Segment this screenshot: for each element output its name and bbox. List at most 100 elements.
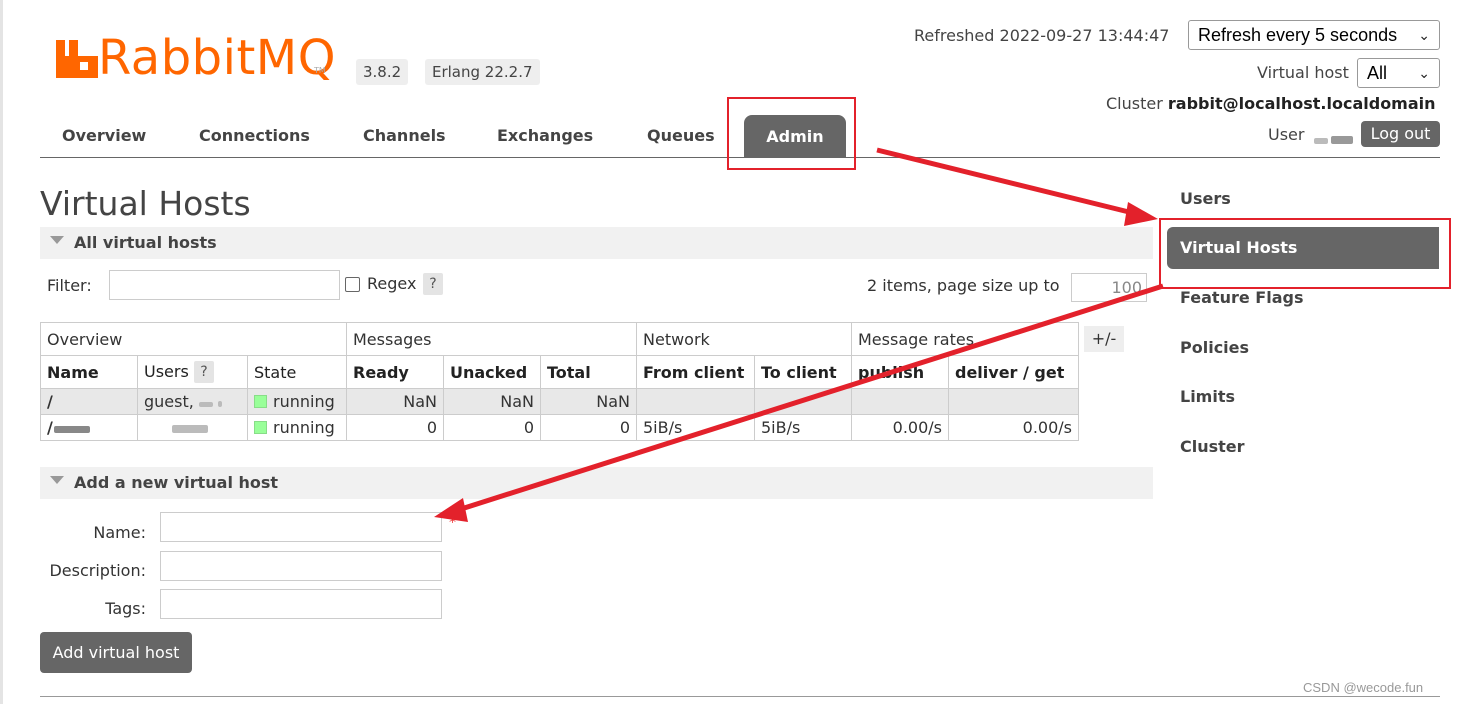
vhost-users-cell: guest,: [137, 388, 248, 415]
col-users[interactable]: Users ?: [137, 355, 248, 389]
section-title: All virtual hosts: [74, 233, 217, 252]
group-message-rates: Message rates: [851, 322, 1079, 356]
vhost-publish: [851, 388, 949, 415]
redacted-text: [172, 425, 208, 433]
vhost-state-label: running: [273, 418, 335, 437]
trademark-mark: TM: [314, 66, 326, 75]
vhost-description-input[interactable]: [160, 551, 442, 581]
vhost-state-label: running: [273, 392, 335, 411]
vhost-unacked: 0: [443, 414, 541, 441]
tab-exchanges[interactable]: Exchanges: [497, 126, 593, 145]
vhost-tags-input[interactable]: [160, 589, 442, 619]
vhost-from-client: [636, 388, 755, 415]
tab-channels[interactable]: Channels: [363, 126, 446, 145]
filter-input[interactable]: [109, 270, 340, 300]
col-deliver-get[interactable]: deliver / get: [948, 355, 1079, 389]
col-publish[interactable]: publish: [851, 355, 949, 389]
tab-connections[interactable]: Connections: [199, 126, 310, 145]
vhost-ready: 0: [346, 414, 444, 441]
sidebar-item-feature-flags[interactable]: Feature Flags: [1180, 288, 1303, 307]
cluster-label: Cluster: [1106, 94, 1163, 113]
col-total[interactable]: Total: [540, 355, 637, 389]
col-users-label: Users: [144, 362, 189, 381]
required-marker: *: [449, 515, 456, 531]
col-state[interactable]: State: [247, 355, 347, 389]
virtual-host-select[interactable]: All ⌄: [1357, 58, 1440, 88]
page-size-input[interactable]: 100: [1071, 273, 1147, 302]
filter-label: Filter:: [47, 276, 92, 295]
refreshed-timestamp: Refreshed 2022-09-27 13:44:47: [914, 26, 1170, 45]
sidebar-item-users[interactable]: Users: [1180, 189, 1231, 208]
sidebar-item-cluster[interactable]: Cluster: [1180, 437, 1245, 456]
annotation-box-virtual-hosts: [1159, 218, 1451, 289]
vhost-name: /: [47, 418, 53, 437]
group-network: Network: [636, 322, 852, 356]
running-status-icon: [254, 395, 267, 408]
app-logo-text: RabbitMQ: [98, 30, 336, 86]
cluster-info: Cluster rabbit@localhost.localdomain: [1106, 94, 1436, 113]
vhost-ready: NaN: [346, 388, 444, 415]
table-row[interactable]: / running 0 0 0 5iB/s 5iB/s 0.00/s 0.00/…: [40, 414, 1079, 441]
footer-divider: [40, 696, 1440, 697]
version-badge: 3.8.2: [356, 59, 409, 85]
vhost-total: 0: [540, 414, 637, 441]
sidebar-item-policies[interactable]: Policies: [1180, 338, 1249, 357]
vhost-to-client: [754, 388, 852, 415]
annotation-box-admin: [727, 97, 856, 170]
arrowhead-icon: [1124, 202, 1158, 226]
redacted-text: [198, 402, 213, 407]
user-label: User: [1268, 125, 1305, 144]
section-add-virtual-host[interactable]: Add a new virtual host: [40, 467, 1153, 499]
redacted-text: [218, 401, 223, 407]
sidebar-item-limits[interactable]: Limits: [1180, 387, 1235, 406]
vhost-state: running: [247, 388, 347, 415]
running-status-icon: [254, 421, 267, 434]
vhost-name-link[interactable]: /: [40, 388, 138, 415]
col-ready[interactable]: Ready: [346, 355, 444, 389]
logout-button[interactable]: Log out: [1361, 121, 1440, 147]
col-from-client[interactable]: From client: [636, 355, 755, 389]
regex-help-badge[interactable]: ?: [423, 273, 443, 295]
tab-overview[interactable]: Overview: [62, 126, 146, 145]
tags-label: Tags:: [105, 599, 146, 618]
vhost-from-client: 5iB/s: [636, 414, 755, 441]
erlang-badge: Erlang 22.2.7: [425, 59, 540, 85]
col-name[interactable]: Name: [40, 355, 138, 389]
virtual-host-value: All: [1367, 63, 1388, 83]
items-count-label: 2 items, page size up to: [867, 276, 1060, 295]
refresh-interval-value: Refresh every 5 seconds: [1198, 25, 1398, 45]
refresh-interval-select[interactable]: Refresh every 5 seconds ⌄: [1188, 20, 1440, 50]
chevron-down-icon: ⌄: [1418, 65, 1430, 81]
group-messages: Messages: [346, 322, 637, 356]
vhost-users: guest,: [144, 392, 194, 411]
vhost-state: running: [247, 414, 347, 441]
columns-toggle-button[interactable]: +/-: [1084, 326, 1124, 352]
col-to-client[interactable]: To client: [754, 355, 852, 389]
collapse-triangle-icon: [50, 476, 64, 484]
cluster-name: rabbit@localhost.localdomain: [1167, 94, 1436, 113]
page-title: Virtual Hosts: [40, 184, 251, 223]
table-row[interactable]: / guest, running NaN NaN NaN: [40, 388, 1079, 415]
regex-checkbox[interactable]: [345, 277, 360, 292]
watermark-text: CSDN @wecode.fun: [1303, 680, 1424, 695]
vhost-total: NaN: [540, 388, 637, 415]
vhost-name-input[interactable]: [160, 512, 442, 542]
add-virtual-host-button[interactable]: Add virtual host: [40, 632, 192, 673]
vhost-deliver-get: [948, 388, 1079, 415]
section-title: Add a new virtual host: [74, 473, 279, 492]
tab-queues[interactable]: Queues: [647, 126, 715, 145]
vhost-publish: 0.00/s: [851, 414, 949, 441]
table-column-header-row: Name Users ? State Ready Unacked Total F…: [40, 355, 1079, 389]
collapse-triangle-icon: [50, 236, 64, 244]
name-label: Name:: [93, 523, 146, 542]
description-label: Description:: [49, 561, 146, 580]
users-help-badge[interactable]: ?: [193, 361, 214, 383]
vhost-deliver-get: 0.00/s: [948, 414, 1079, 441]
section-all-virtual-hosts[interactable]: All virtual hosts: [40, 227, 1153, 259]
rabbitmq-logo-icon: [56, 40, 98, 78]
vhost-to-client: 5iB/s: [754, 414, 852, 441]
regex-label: Regex: [367, 274, 417, 293]
vhost-name-link[interactable]: /: [40, 414, 138, 441]
col-unacked[interactable]: Unacked: [443, 355, 541, 389]
table-group-header-row: Overview Messages Network Message rates: [40, 322, 1079, 356]
